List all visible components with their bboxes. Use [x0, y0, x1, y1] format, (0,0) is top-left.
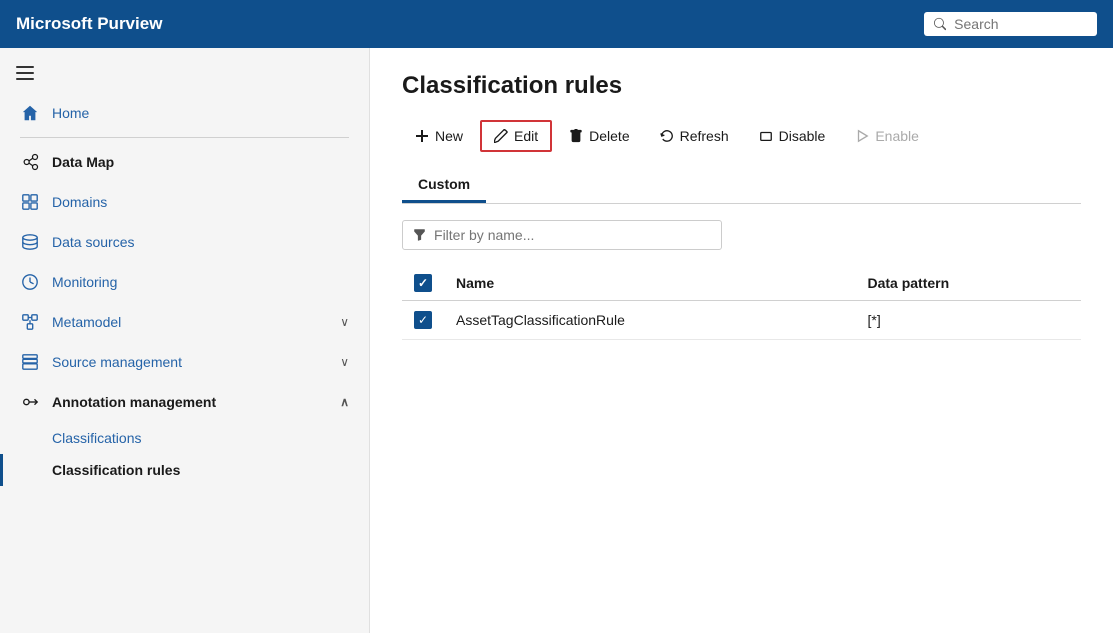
- sidebar-item-annotation-management[interactable]: Annotation management ∧: [0, 382, 369, 422]
- sidebar-item-domains[interactable]: Domains: [0, 182, 369, 222]
- content-area: Classification rules New Edit: [370, 48, 1113, 633]
- search-icon: [934, 17, 946, 31]
- enable-icon: [855, 129, 869, 143]
- sidebar-label-classifications: Classifications: [52, 430, 141, 446]
- sidebar-label-monitoring: Monitoring: [52, 274, 117, 290]
- table-row: ✓ AssetTagClassificationRule [*]: [402, 301, 1081, 340]
- col-name: Name: [444, 266, 855, 301]
- sidebar-label-data-map: Data Map: [52, 154, 114, 170]
- top-nav: Microsoft Purview: [0, 0, 1113, 48]
- sidebar-item-monitoring[interactable]: Monitoring: [0, 262, 369, 302]
- sidebar-label-classification-rules: Classification rules: [52, 462, 180, 478]
- tabs: Custom: [402, 168, 1081, 204]
- delete-icon: [569, 129, 583, 143]
- sidebar-label-metamodel: Metamodel: [52, 314, 121, 330]
- edit-icon: [494, 129, 508, 143]
- metamodel-icon: [20, 312, 40, 332]
- refresh-icon: [660, 129, 674, 143]
- sidebar-label-domains: Domains: [52, 194, 107, 210]
- annotation-management-chevron: ∧: [340, 395, 349, 409]
- monitoring-icon: [20, 272, 40, 292]
- sidebar-item-home[interactable]: Home: [0, 93, 369, 133]
- search-input[interactable]: [954, 16, 1087, 32]
- sidebar-label-source-management: Source management: [52, 354, 182, 370]
- domains-icon: [20, 192, 40, 212]
- disable-button[interactable]: Disable: [746, 121, 839, 151]
- filter-icon: [413, 228, 426, 242]
- header-checkbox[interactable]: ✓: [414, 274, 432, 292]
- new-label: New: [435, 128, 463, 144]
- main-layout: Home Data Map: [0, 48, 1113, 633]
- toolbar: New Edit Delete Refres: [402, 120, 1081, 152]
- row-data-pattern: [*]: [855, 301, 1081, 340]
- tab-custom[interactable]: Custom: [402, 168, 486, 203]
- sidebar-item-data-map[interactable]: Data Map: [0, 142, 369, 182]
- filter-box[interactable]: [402, 220, 722, 250]
- new-button[interactable]: New: [402, 121, 476, 151]
- col-data-pattern: Data pattern: [855, 266, 1081, 301]
- sidebar-label-data-sources: Data sources: [52, 234, 134, 250]
- delete-button[interactable]: Delete: [556, 121, 642, 151]
- enable-label: Enable: [875, 128, 919, 144]
- refresh-label: Refresh: [680, 128, 729, 144]
- page-title: Classification rules: [402, 72, 1081, 100]
- enable-button[interactable]: Enable: [842, 121, 932, 151]
- app-title: Microsoft Purview: [16, 14, 924, 34]
- edit-button[interactable]: Edit: [480, 120, 552, 152]
- sidebar-item-classification-rules[interactable]: Classification rules: [0, 454, 369, 486]
- delete-label: Delete: [589, 128, 629, 144]
- sidebar-label-home: Home: [52, 105, 89, 121]
- source-management-icon: [20, 352, 40, 372]
- edit-label: Edit: [514, 128, 538, 144]
- search-box[interactable]: [924, 12, 1097, 36]
- filter-input[interactable]: [434, 227, 711, 243]
- source-management-chevron: ∨: [340, 355, 349, 369]
- sidebar-item-data-sources[interactable]: Data sources: [0, 222, 369, 262]
- metamodel-chevron: ∨: [340, 315, 349, 329]
- hamburger-menu[interactable]: [0, 56, 369, 93]
- col-checkbox: ✓: [402, 266, 444, 301]
- disable-label: Disable: [779, 128, 826, 144]
- row-checkbox[interactable]: ✓: [414, 311, 432, 329]
- sidebar: Home Data Map: [0, 48, 370, 633]
- data-map-icon: [20, 152, 40, 172]
- disable-icon: [759, 129, 773, 143]
- sidebar-item-classifications[interactable]: Classifications: [0, 422, 369, 454]
- sidebar-label-annotation-management: Annotation management: [52, 394, 216, 410]
- annotation-management-icon: [20, 392, 40, 412]
- plus-icon: [415, 129, 429, 143]
- sidebar-divider-1: [20, 137, 349, 138]
- refresh-button[interactable]: Refresh: [647, 121, 742, 151]
- home-icon: [20, 103, 40, 123]
- row-checkbox-cell: ✓: [402, 301, 444, 340]
- data-sources-icon: [20, 232, 40, 252]
- sidebar-item-metamodel[interactable]: Metamodel ∨: [0, 302, 369, 342]
- data-table: ✓ Name Data pattern ✓ AssetTagClassifica…: [402, 266, 1081, 340]
- row-name: AssetTagClassificationRule: [444, 301, 855, 340]
- sidebar-item-source-management[interactable]: Source management ∨: [0, 342, 369, 382]
